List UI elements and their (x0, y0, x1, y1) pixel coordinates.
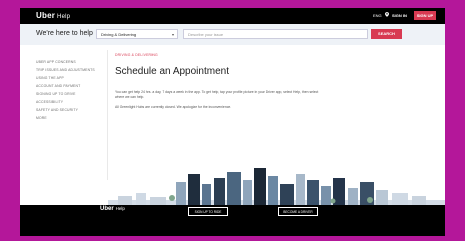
top-navbar: Uber Help ENG SIGN IN SIGN UP (20, 8, 445, 24)
page-title: Schedule an Appointment (115, 66, 229, 77)
sign-up-button[interactable]: SIGN UP (414, 11, 436, 20)
pin-icon[interactable] (385, 12, 389, 17)
help-title: We're here to help (36, 30, 93, 37)
city-skyline-illustration (108, 168, 445, 206)
help-search-bar: We're here to help Driving & Delivering … (20, 24, 445, 45)
uber-logo[interactable]: Uber Help (36, 11, 70, 20)
search-input[interactable]: Describe your issue (183, 29, 368, 39)
sidebar-item-using-the-app[interactable]: USING THE APP (36, 74, 106, 82)
language-selector[interactable]: ENG (373, 13, 382, 18)
sign-up-to-ride-button[interactable]: SIGN UP TO RIDE (188, 207, 228, 216)
sidebar-item-account-payment[interactable]: ACCOUNT AND PAYMENT (36, 82, 106, 90)
sidebar-item-safety[interactable]: SAFETY AND SECURITY (36, 106, 106, 114)
footer-brand-name: Uber (100, 206, 114, 212)
browser-page: Uber Help ENG SIGN IN SIGN UP We're here … (20, 8, 445, 236)
brand-name: Uber (36, 11, 56, 20)
sidebar-item-trip-issues[interactable]: TRIP ISSUES AND ADJUSTMENTS (36, 66, 106, 74)
brand-sub: Help (57, 14, 71, 20)
footer-brand-sub: Help (115, 206, 125, 211)
become-a-driver-button[interactable]: BECOME A DRIVER (278, 207, 318, 216)
sidebar-item-accessibility[interactable]: ACCESSIBILITY (36, 98, 106, 106)
sidebar: UBER APP CONCERNS TRIP ISSUES AND ADJUST… (36, 58, 106, 122)
footer-uber-logo[interactable]: Uber Help (100, 206, 125, 212)
category-selected: Driving & Delivering (101, 32, 137, 37)
help-paragraph: You can get help 24 hrs. a day, 7 days a… (115, 90, 319, 99)
breadcrumb-separator: › (152, 53, 154, 57)
footer: Uber Help SIGN UP TO RIDE BECOME A DRIVER (20, 205, 445, 236)
sidebar-item-signing-up[interactable]: SIGNING UP TO DRIVE (36, 90, 106, 98)
chevron-down-icon: ▾ (171, 32, 174, 37)
sidebar-item-uber-app-concerns[interactable]: UBER APP CONCERNS (36, 58, 106, 66)
hub-notice: All Greenlight Hubs are currently closed… (115, 105, 232, 109)
sidebar-item-more[interactable]: MORE (36, 114, 106, 122)
category-dropdown[interactable]: Driving & Delivering ▾ (96, 29, 178, 39)
sign-in-link[interactable]: SIGN IN (392, 13, 407, 18)
search-button[interactable]: SEARCH (371, 29, 402, 39)
